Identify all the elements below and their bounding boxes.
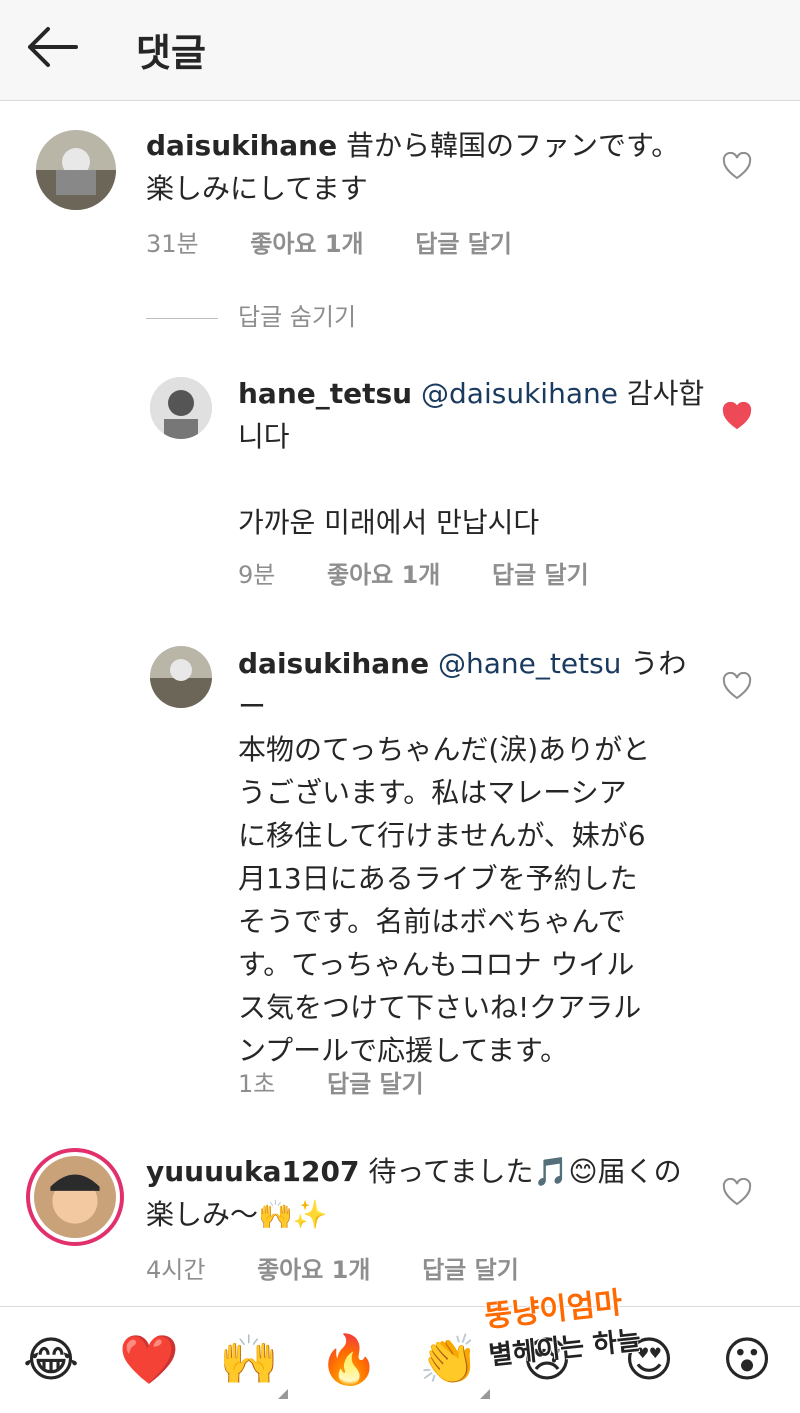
comment-text: 감사합 (626, 377, 705, 410)
comment-text: に移住して行けませんが、妹が6 (238, 819, 646, 852)
avatar[interactable] (150, 377, 212, 439)
laughing-tears-emoji-icon[interactable]: 😂 (20, 1329, 82, 1391)
hide-replies-toggle[interactable]: 답글 숨기기 (146, 297, 356, 332)
top-bar: 댓글 (0, 0, 800, 101)
avatar[interactable] (36, 130, 116, 210)
reply-button[interactable]: 답글 달기 (422, 1256, 519, 1284)
likes-count[interactable]: 좋아요 1개 (257, 1256, 370, 1284)
heart-outline-icon[interactable] (722, 151, 752, 180)
reply-button[interactable]: 답글 달기 (327, 1070, 424, 1098)
likes-count[interactable]: 좋아요 1개 (327, 561, 440, 589)
reply-button[interactable]: 답글 달기 (415, 230, 512, 258)
heart-outline-icon[interactable] (722, 1177, 752, 1206)
comment-text: 楽しみ〜🙌✨ (146, 1198, 328, 1231)
heart-filled-icon[interactable] (722, 401, 752, 430)
comment-time: 31분 (146, 230, 199, 258)
avatar-story-ring[interactable] (26, 1148, 124, 1246)
divider (146, 317, 218, 319)
username[interactable]: hane_tetsu (238, 377, 412, 410)
raising-hands-emoji-icon[interactable]: 🙌 (218, 1329, 280, 1391)
comment-text: 本物のてっちゃんだ(涙)ありがと (238, 733, 651, 766)
comment-meta: 4시간 좋아요 1개 답글 달기 (146, 1250, 563, 1285)
comment-text: 月13日にあるライブを予約した (238, 862, 638, 895)
comment-text: 楽しみにしてます (146, 172, 368, 205)
comment-time: 9분 (238, 561, 276, 589)
clapping-hands-emoji-icon[interactable]: 👏 (418, 1329, 480, 1391)
comment-meta: 31분 좋아요 1개 답글 달기 (146, 224, 556, 259)
comment-text: ンプールで応援してます。 (238, 1034, 569, 1067)
mention-link[interactable]: @hane_tetsu (438, 647, 621, 680)
page-title: 댓글 (136, 31, 206, 75)
red-heart-emoji-icon[interactable]: ❤️ (118, 1329, 180, 1391)
likes-count[interactable]: 좋아요 1개 (250, 230, 363, 258)
comment-meta: 1초 답글 달기 (238, 1064, 468, 1099)
reply-button[interactable]: 답글 달기 (492, 561, 589, 589)
username[interactable]: yuuuuka1207 (146, 1155, 359, 1188)
comment-text: ス気をつけて下さいね!クアラル (238, 991, 642, 1024)
comment-text: す。てっちゃんもコロナ ウイル (238, 948, 635, 981)
comment-text: そうです。名前はボベちゃんで (238, 905, 626, 938)
comment-text: 待ってました🎵😊届くの (368, 1155, 682, 1188)
avatar[interactable] (150, 646, 212, 708)
heart-outline-icon[interactable] (722, 671, 752, 700)
comment-text: 昔から韓国のファンです。 (346, 129, 680, 162)
back-arrow-icon[interactable] (22, 22, 82, 72)
comment-meta: 9분 좋아요 1개 답글 달기 (238, 555, 633, 590)
comment-text: 가까운 미래에서 만납시다 (238, 506, 540, 539)
variant-indicator-icon (480, 1389, 490, 1399)
comment-time: 4시간 (146, 1256, 206, 1284)
mention-link[interactable]: @daisukihane (421, 377, 618, 410)
comment-text: 니다 (238, 420, 290, 453)
fire-emoji-icon[interactable]: 🔥 (318, 1329, 380, 1391)
comment-time: 1초 (238, 1070, 276, 1098)
comment-text: うございます。私はマレーシア (238, 776, 627, 809)
username[interactable]: daisukihane (238, 647, 429, 680)
username[interactable]: daisukihane (146, 129, 337, 162)
variant-indicator-icon (278, 1389, 288, 1399)
